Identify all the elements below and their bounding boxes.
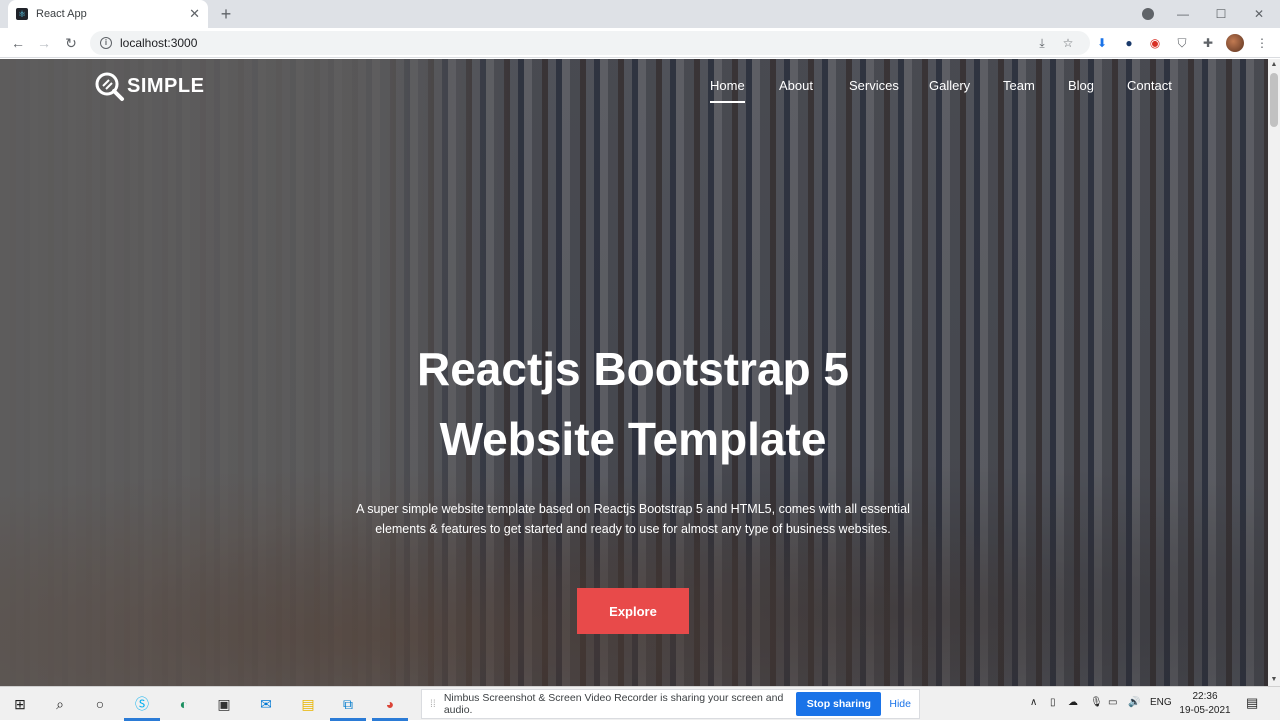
forward-arrow-icon[interactable]: → (34, 33, 54, 53)
extension-download-icon[interactable]: ⬇ (1094, 35, 1110, 51)
minimize-button[interactable]: — (1164, 0, 1202, 28)
nav-item-gallery[interactable]: Gallery (929, 78, 970, 93)
drag-handle-icon[interactable]: ⁞⁞ (430, 698, 436, 710)
close-window-button[interactable]: ✕ (1240, 0, 1278, 28)
clock-time: 22:36 (1192, 691, 1218, 702)
mail-icon[interactable]: ✉ (254, 692, 278, 716)
show-hidden-icons-icon[interactable]: ∧ (1030, 697, 1037, 708)
tab-title: React App (36, 8, 87, 20)
hero-subtitle: A super simple website template based on… (356, 502, 910, 536)
clock-date: 19-05-2021 (1179, 705, 1231, 716)
file-explorer-icon[interactable]: ▤ (296, 692, 320, 716)
skype-icon[interactable]: Ⓢ (130, 692, 154, 716)
new-tab-button[interactable]: + (216, 4, 236, 24)
explore-button[interactable]: Explore (577, 588, 689, 634)
nav-item-services[interactable]: Services (849, 78, 899, 93)
cortana-icon[interactable]: ○ (88, 692, 112, 716)
extension-recorder-icon[interactable]: ◉ (1147, 35, 1163, 51)
hero-section: SIMPLE Home About Services Gallery Team … (0, 59, 1268, 686)
battery-icon[interactable]: ▭ (1108, 697, 1117, 708)
notifications-icon[interactable]: ▤ (1246, 695, 1258, 711)
browser-tab-strip: ⚛ React App ✕ + — ☐ ✕ (0, 0, 1280, 28)
chrome-icon[interactable]: ◕ (378, 692, 402, 716)
nav-item-contact[interactable]: Contact (1127, 78, 1172, 93)
windows-start-icon[interactable]: ⊞ (8, 692, 32, 716)
scroll-up-arrow-icon[interactable]: ▲ (1268, 59, 1280, 71)
page-scrollbar[interactable]: ▲ ▼ (1268, 59, 1280, 686)
nav-item-team[interactable]: Team (1003, 78, 1035, 93)
hide-button[interactable]: Hide (889, 698, 911, 710)
search-icon[interactable]: ⌕ (48, 692, 72, 716)
scroll-down-arrow-icon[interactable]: ▼ (1268, 674, 1280, 686)
hero-title-line-2: Website Template (439, 413, 827, 465)
hero-title-line-1: Reactjs Bootstrap 5 (416, 343, 849, 395)
microphone-icon[interactable]: 🎙 (1090, 697, 1103, 708)
browser-menu-icon[interactable]: ⋮ (1254, 35, 1270, 51)
nav-item-home[interactable]: Home (710, 78, 745, 103)
scrollbar-thumb[interactable] (1270, 73, 1278, 127)
hero-title: Reactjs Bootstrap 5 Website Template (250, 334, 1016, 474)
screen-sharing-bar: ⁞⁞ Nimbus Screenshot & Screen Video Reco… (421, 689, 920, 719)
bookmark-star-icon[interactable]: ☆ (1060, 35, 1076, 51)
store-icon[interactable]: ▣ (212, 692, 236, 716)
sharing-message: Nimbus Screenshot & Screen Video Recorde… (443, 692, 784, 716)
device-icon[interactable]: ▯ (1050, 697, 1056, 708)
windows-taskbar: ⊞ ⌕ ○ Ⓢ ◐ ▣ ✉ ▤ ⧉ ◕ ⁞⁞ Nimbus Screenshot… (0, 686, 1280, 721)
url-text: localhost:3000 (120, 36, 198, 50)
extension-shield-icon[interactable]: ⛉ (1174, 35, 1190, 51)
edge-icon[interactable]: ◐ (172, 692, 196, 716)
stop-sharing-button[interactable]: Stop sharing (796, 692, 882, 716)
main-nav: Home About Services Gallery Team Blog Co… (0, 78, 1268, 108)
back-arrow-icon[interactable]: ← (8, 33, 28, 53)
tab-search-icon[interactable] (1142, 8, 1154, 20)
onedrive-cloud-icon[interactable]: ☁ (1068, 697, 1078, 708)
tab-close-icon[interactable]: ✕ (189, 6, 200, 22)
vscode-icon[interactable]: ⧉ (336, 692, 360, 716)
volume-icon[interactable]: 🔊 (1128, 697, 1140, 708)
extension-na-icon[interactable]: ● (1121, 35, 1137, 51)
maximize-button[interactable]: ☐ (1202, 0, 1240, 28)
browser-tab[interactable]: ⚛ React App ✕ (8, 0, 208, 28)
reload-icon[interactable]: ↻ (61, 33, 81, 53)
nav-item-about[interactable]: About (779, 78, 813, 93)
system-clock[interactable]: 22:36 19-05-2021 (1178, 690, 1232, 718)
address-bar[interactable]: i localhost:3000 (90, 31, 1090, 55)
nav-item-blog[interactable]: Blog (1068, 78, 1094, 93)
install-app-icon[interactable]: ⤓ (1034, 35, 1050, 51)
browser-toolbar: ← → ↻ i localhost:3000 ⤓ ☆ ⬇ ● ◉ ⛉ ✚ ⋮ (0, 28, 1280, 58)
react-favicon-icon: ⚛ (16, 8, 28, 20)
language-indicator[interactable]: ENG (1150, 697, 1172, 708)
extensions-puzzle-icon[interactable]: ✚ (1200, 35, 1216, 51)
site-info-icon[interactable]: i (100, 37, 112, 49)
profile-avatar[interactable] (1226, 34, 1244, 52)
